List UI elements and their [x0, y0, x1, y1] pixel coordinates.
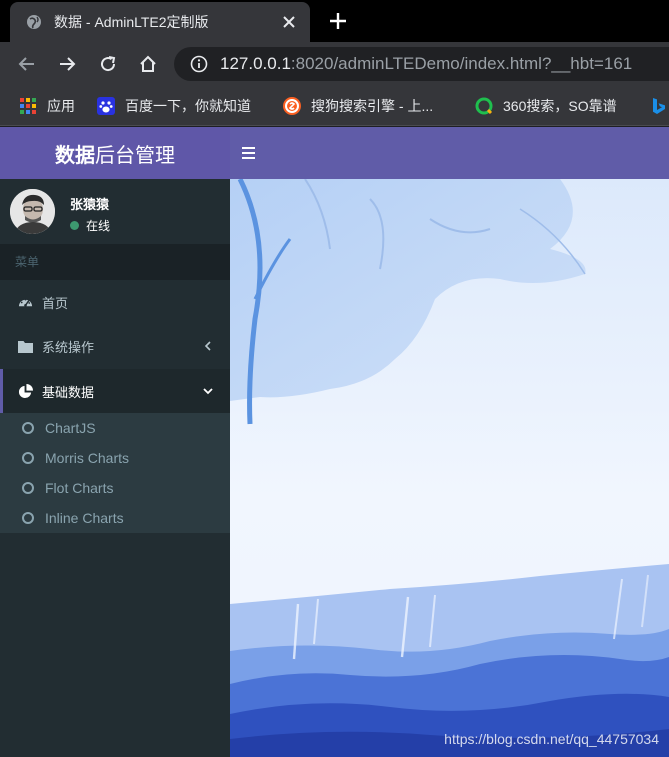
close-tab-icon[interactable]	[280, 13, 298, 31]
submenu-item-flot-charts[interactable]: Flot Charts	[0, 473, 230, 503]
bookmark-label: 搜狗搜索引擎 - 上...	[311, 98, 434, 114]
menu-header: 菜单	[0, 244, 230, 280]
circle-outline-icon	[22, 482, 34, 494]
submenu-item-label: Flot Charts	[45, 480, 114, 496]
bookmarks-bar: 应用 百度一下，你就知道 搜狗搜索引擎 - 上... 360搜索，SO靠谱	[0, 86, 669, 126]
browser-tab-strip: 数据 - AdminLTE2定制版	[0, 0, 669, 42]
app-logo[interactable]: 数据 后台管理	[0, 127, 230, 179]
360-search-icon	[475, 97, 493, 115]
bing-icon	[650, 97, 668, 115]
info-icon[interactable]	[190, 55, 208, 73]
dashboard-icon	[17, 294, 33, 310]
bookmark-360[interactable]: 360搜索，SO靠谱	[475, 86, 617, 126]
sidebar-item-label: 首页	[42, 295, 69, 311]
submenu-item-label: ChartJS	[45, 420, 96, 436]
sidebar: 张猿猿 在线 菜单 首页 系统操作 基础数据 ChartJS Morris Ch…	[0, 179, 230, 757]
reload-icon[interactable]	[96, 52, 120, 76]
sidebar-item-label: 系统操作	[42, 339, 95, 355]
sidebar-item-system[interactable]: 系统操作	[0, 324, 230, 368]
top-navbar	[230, 127, 669, 179]
user-panel: 张猿猿 在线	[0, 179, 230, 244]
folder-icon	[17, 338, 33, 354]
submenu-item-chartjs[interactable]: ChartJS	[0, 413, 230, 443]
watermark-text: https://blog.csdn.net/qq_44757034	[444, 731, 659, 747]
tab-title: 数据 - AdminLTE2定制版	[54, 14, 209, 30]
baidu-paw-icon	[97, 97, 115, 115]
url-text: 127.0.0.1:8020/adminLTEDemo/index.html?_…	[220, 54, 632, 74]
url-path: :8020/adminLTEDemo/index.html?__hbt=161	[290, 54, 633, 73]
home-icon[interactable]	[136, 52, 160, 76]
status-text: 在线	[86, 219, 111, 233]
globe-icon	[26, 14, 42, 30]
logo-light-text: 后台管理	[95, 144, 175, 167]
logo-bold-text: 数据	[55, 144, 95, 167]
submenu-item-label: Morris Charts	[45, 450, 130, 466]
apps-grid-icon	[19, 97, 37, 115]
sogou-icon	[283, 97, 301, 115]
bookmark-label: 百度一下，你就知道	[125, 98, 251, 114]
submenu-item-label: Inline Charts	[45, 510, 124, 526]
online-status-dot-icon	[70, 221, 79, 230]
forward-arrow-icon[interactable]	[55, 52, 79, 76]
bookmark-label: 应用	[47, 98, 75, 114]
circle-outline-icon	[22, 452, 34, 464]
submenu-item-inline-charts[interactable]: Inline Charts	[0, 503, 230, 533]
url-host: 127.0.0.1	[220, 54, 291, 73]
chevron-left-icon	[202, 339, 214, 353]
bookmark-baidu[interactable]: 百度一下，你就知道	[97, 86, 251, 126]
back-arrow-icon[interactable]	[15, 52, 39, 76]
content-area: https://blog.csdn.net/qq_44757034	[230, 179, 669, 757]
browser-tab[interactable]: 数据 - AdminLTE2定制版	[10, 2, 310, 42]
bookmark-apps[interactable]: 应用	[19, 86, 75, 126]
submenu-item-morris-charts[interactable]: Morris Charts	[0, 443, 230, 473]
hamburger-menu-icon[interactable]	[242, 143, 260, 163]
circle-outline-icon	[22, 512, 34, 524]
pie-chart-icon	[17, 383, 33, 399]
new-tab-icon[interactable]	[326, 9, 350, 33]
sidebar-item-label: 基础数据	[42, 384, 95, 400]
circle-outline-icon	[22, 422, 34, 434]
user-status: 在线	[70, 217, 110, 234]
sidebar-item-home[interactable]: 首页	[0, 280, 230, 324]
background-illustration	[230, 179, 669, 757]
sidebar-item-basic-data[interactable]: 基础数据	[0, 369, 230, 413]
avatar	[10, 189, 55, 234]
user-name: 张猿猿	[70, 197, 110, 212]
bookmark-bing[interactable]	[650, 86, 668, 126]
bookmark-label: 360搜索，SO靠谱	[503, 98, 617, 114]
bookmark-sogou[interactable]: 搜狗搜索引擎 - 上...	[283, 86, 433, 126]
browser-toolbar: 127.0.0.1:8020/adminLTEDemo/index.html?_…	[0, 42, 669, 86]
chevron-down-icon	[202, 384, 214, 398]
submenu-basic-data: ChartJS Morris Charts Flot Charts Inline…	[0, 413, 230, 533]
address-bar[interactable]: 127.0.0.1:8020/adminLTEDemo/index.html?_…	[174, 47, 669, 81]
